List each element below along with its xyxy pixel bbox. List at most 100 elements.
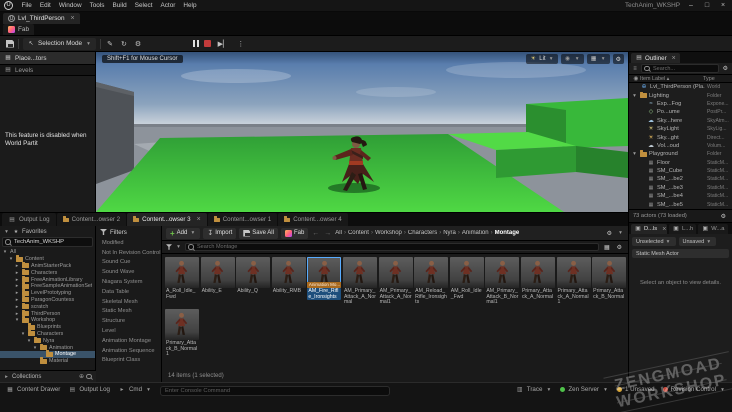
menu-select[interactable]: Select xyxy=(131,2,156,9)
expand-caret-icon[interactable]: ▾ xyxy=(14,317,20,323)
close-tab-icon[interactable]: × xyxy=(662,226,666,233)
filter-item[interactable]: Data Table xyxy=(96,287,161,297)
close-tab-icon[interactable]: × xyxy=(197,216,201,223)
outliner-row[interactable]: Sky...ght Direct... xyxy=(629,133,732,141)
tree-folder-freesampleanimationset[interactable]: ▸ FreeSampleAnimationSet xyxy=(0,282,95,290)
back-icon[interactable]: ← xyxy=(311,230,320,237)
expand-caret-icon[interactable]: ▾ xyxy=(26,338,32,344)
outliner-row[interactable]: SkyLight SkyLig... xyxy=(629,125,732,133)
expand-caret-icon[interactable]: ▾ xyxy=(20,331,26,337)
console-input[interactable] xyxy=(160,386,391,396)
unsaved-indicator[interactable]: 1 Unsaved xyxy=(617,386,655,393)
expand-caret-icon[interactable]: ▸ xyxy=(14,283,20,289)
tree-folder-material[interactable]: Material xyxy=(0,357,95,365)
breadcrumb-segment[interactable]: Content xyxy=(348,230,369,236)
search-collections-icon[interactable] xyxy=(86,373,93,380)
expand-caret-icon[interactable]: ▸ xyxy=(14,263,20,269)
breadcrumb-segment[interactable]: Workshop xyxy=(375,230,402,236)
tab-levels[interactable]: Levels xyxy=(0,64,95,76)
tree-folder-blueprints[interactable]: Blueprints xyxy=(0,323,95,331)
outliner-row[interactable]: SM_...be5 StaticM... xyxy=(629,200,732,208)
favorites-section[interactable]: ▾ Favorites xyxy=(0,226,95,237)
column-item-label[interactable]: Item Label ▴ xyxy=(640,76,703,82)
tree-folder-all[interactable]: ▾ All xyxy=(0,249,95,256)
outliner-search-field[interactable] xyxy=(641,64,719,73)
outliner-row[interactable]: SM_...be2 StaticM... xyxy=(629,175,732,183)
expand-caret-icon[interactable]: ▸ xyxy=(14,311,20,317)
tree-folder-nyra[interactable]: ▾ Nyra xyxy=(0,336,95,344)
close-button[interactable]: × xyxy=(718,2,728,9)
viewport-3d-scene[interactable] xyxy=(96,52,628,212)
tab-outliner[interactable]: Outliner × xyxy=(631,53,680,63)
maximize-button[interactable]: □ xyxy=(702,2,712,9)
asset-tile[interactable]: AM_Primary_Attack_B_Normal1 xyxy=(485,257,520,306)
viewport[interactable]: Shift+F1 for Mouse Cursor Lit ▾ ▾ ▾ ⚙ xyxy=(96,52,628,212)
cmd-dropdown[interactable]: Cmd ▾ xyxy=(118,386,152,393)
menu-window[interactable]: Window xyxy=(55,2,85,9)
outliner-row[interactable]: Lvl_ThirdPerson (Pla...World xyxy=(629,83,732,91)
outliner-row[interactable]: Exp...Fog Expone... xyxy=(629,100,732,108)
asset-tile[interactable]: Primary_Attack_B_Normal xyxy=(592,257,627,306)
expand-caret-icon[interactable]: ▸ xyxy=(14,297,20,303)
expand-caret-icon[interactable]: ▾ xyxy=(631,93,638,99)
tab-place-actors[interactable]: Place...tors xyxy=(0,52,95,64)
asset-search-input[interactable] xyxy=(197,244,596,250)
outliner-row[interactable]: Sky...here SkyAtm... xyxy=(629,117,732,125)
content-drawer-button[interactable]: Content Drawer xyxy=(6,386,60,393)
outliner-search-input[interactable] xyxy=(653,65,716,72)
recompile-icon[interactable]: ↻ xyxy=(119,40,129,48)
outliner-settings-icon[interactable]: ⚙ xyxy=(721,65,730,72)
add-button[interactable]: + Add ▾ xyxy=(166,227,201,239)
zen-server-dropdown[interactable]: Zen Server ▾ xyxy=(560,386,609,393)
asset-tile[interactable]: Ability_E xyxy=(200,257,235,306)
stop-button[interactable] xyxy=(203,40,211,47)
eject-button[interactable]: ▶▏ xyxy=(216,40,231,48)
expand-caret-icon[interactable]: ▸ xyxy=(14,304,20,310)
collections-section[interactable]: ▸ Collections ⊕ xyxy=(0,370,96,382)
filter-icon[interactable] xyxy=(166,244,172,250)
filter-item[interactable]: Level xyxy=(96,326,161,336)
filter-item[interactable]: Skeletal Mesh xyxy=(96,297,161,307)
tree-folder-paragoncountess[interactable]: ▸ ParagonCountess xyxy=(0,295,95,304)
tree-folder-characters[interactable]: ▸ Characters xyxy=(0,268,95,276)
import-button[interactable]: ↧ Import xyxy=(203,227,237,239)
asset-tile[interactable]: Ability_RMB xyxy=(271,257,306,306)
output-log-button[interactable]: Output Log xyxy=(68,386,110,393)
expand-caret-icon[interactable]: ▸ xyxy=(14,277,20,283)
expand-caret-icon[interactable]: ▾ xyxy=(8,256,14,262)
tree-folder-montage[interactable]: Montage xyxy=(0,350,95,358)
viewport-settings-icon[interactable]: ⚙ xyxy=(612,54,624,64)
unselected-filter-chip[interactable]: Unselected ▾ xyxy=(632,237,676,246)
breadcrumb-segment[interactable]: Nyra xyxy=(443,230,456,236)
view-options-icon[interactable]: ⚙ xyxy=(615,244,624,251)
visibility-column-icon[interactable] xyxy=(632,76,640,82)
unreal-logo-icon[interactable]: U xyxy=(4,1,13,10)
edit-icon[interactable]: ✎ xyxy=(105,40,115,48)
settings-icon[interactable]: ⚙ xyxy=(133,40,143,48)
outliner-row[interactable]: ▾ Playground Folder xyxy=(629,150,732,158)
filter-item[interactable]: Sound Cue xyxy=(96,258,161,268)
breadcrumb-segment[interactable]: Montage xyxy=(495,230,520,236)
tree-folder-scratch[interactable]: ▸ scratch xyxy=(0,302,95,310)
dock-tab[interactable]: Content...owser 1 xyxy=(207,213,278,226)
asset-tile[interactable]: AM_Primary_Attack_A_Normal1 xyxy=(378,257,413,306)
tree-folder-characters[interactable]: ▾ Characters xyxy=(0,329,95,338)
column-type[interactable]: Type xyxy=(703,76,729,82)
asset-tile[interactable]: AM_Primary_Attack_A_Normal xyxy=(342,257,377,306)
outliner-filter-settings-icon[interactable]: ⚙ xyxy=(719,213,728,220)
dock-tab[interactable]: Output Log xyxy=(2,213,56,226)
chevron-down-icon[interactable]: ▾ xyxy=(617,230,624,236)
tree-folder-content[interactable]: ▾ Content xyxy=(0,255,95,263)
asset-tile[interactable]: Animation Mo... AM_Fire_Rifle_Ironsights xyxy=(307,257,342,306)
outliner-row[interactable]: SM_Cube StaticM... xyxy=(629,167,732,175)
path-search-field[interactable]: TechAnim_WKSHP xyxy=(2,237,93,247)
saved-search-icon[interactable]: ▦ xyxy=(602,244,612,251)
expand-caret-icon[interactable]: ▸ xyxy=(14,290,20,296)
expand-caret-icon[interactable]: ▸ xyxy=(14,270,20,276)
asset-tile[interactable]: AM_Reload_Rifle_Ironsights xyxy=(414,257,449,306)
content-settings-icon[interactable]: ⚙ xyxy=(605,230,614,237)
outliner-row[interactable]: Vol...oud Volum... xyxy=(629,142,732,150)
tree-folder-thirdperson[interactable]: ▸ ThirdPerson xyxy=(0,309,95,317)
tree-folder-freeanimationlibrary[interactable]: ▸ FreeAnimationLibrary xyxy=(0,275,95,283)
breadcrumb-segment[interactable]: Animation xyxy=(462,230,489,236)
